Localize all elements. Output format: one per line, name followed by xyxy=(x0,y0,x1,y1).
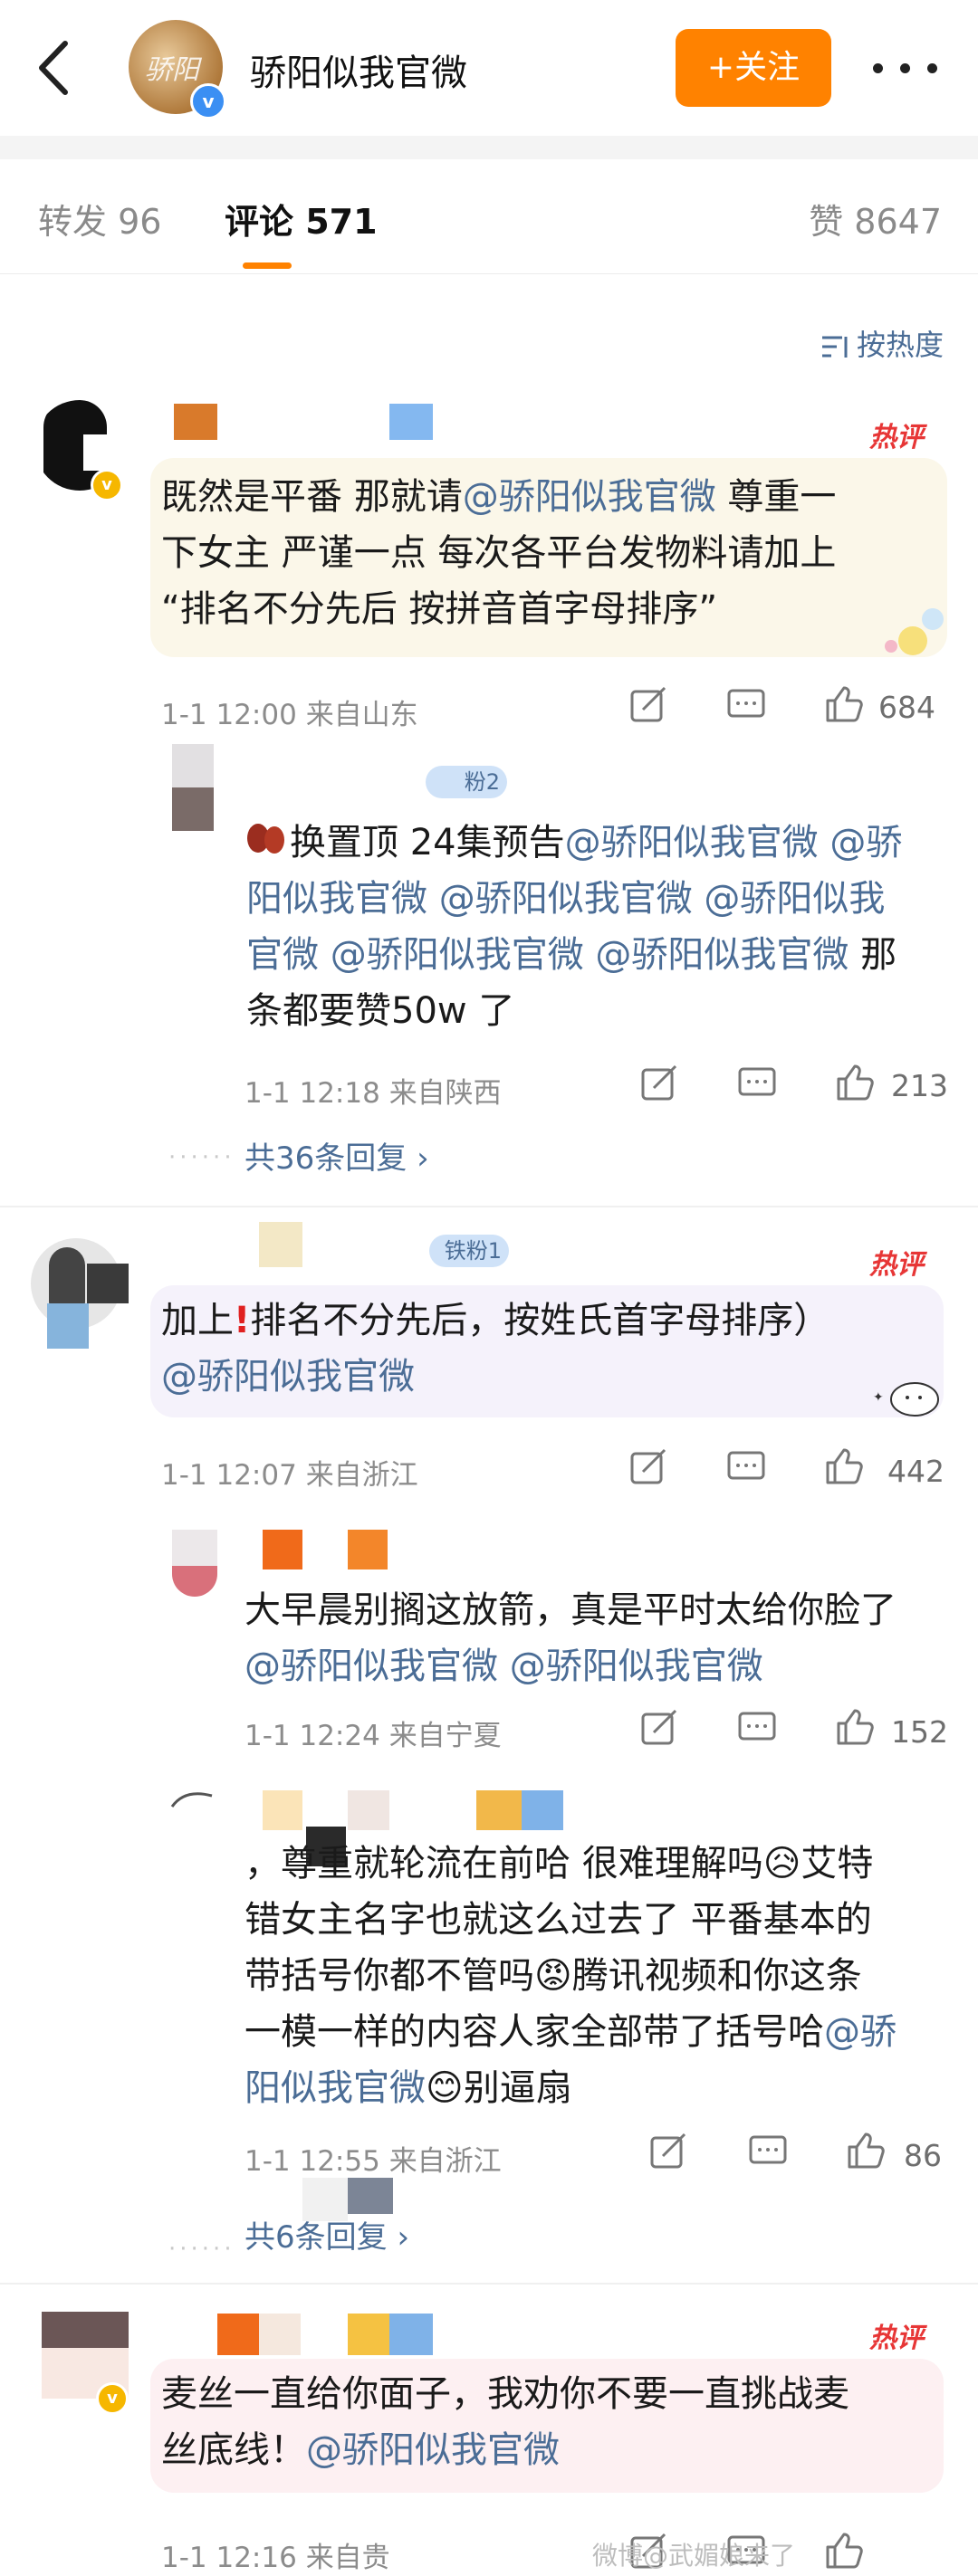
reply-text: 换置顶 24集预告@骄阳似我官微 @骄 xyxy=(290,822,903,863)
mention-link[interactable]: @骄阳似我官微 @骄阳似我官微 xyxy=(244,1638,763,1694)
like-icon[interactable] xyxy=(835,1063,875,1102)
cat-sticker-icon: ✦ xyxy=(873,1382,939,1417)
avatar-redaction xyxy=(47,1303,89,1349)
username-redacted xyxy=(389,2314,433,2355)
comment-icon[interactable] xyxy=(726,686,766,726)
more-options-icon[interactable] xyxy=(869,47,942,89)
like-icon[interactable] xyxy=(824,2531,864,2571)
avatar-redaction xyxy=(87,1264,129,1303)
active-tab-indicator xyxy=(243,262,292,269)
reply-avatar[interactable] xyxy=(172,744,214,831)
comment-text: 麦丝一直给你面子，我劝你不要一直挑战麦 丝底线！@骄阳似我官微 xyxy=(161,2373,849,2471)
like-icon[interactable] xyxy=(824,1446,864,1486)
tab-comments[interactable]: 评论 571 xyxy=(225,194,378,243)
username-redacted[interactable] xyxy=(263,1790,302,1830)
fan-badge: 铁粉1 xyxy=(429,1235,509,1267)
like-count: 684 xyxy=(878,690,935,725)
username-redacted xyxy=(348,2314,389,2355)
fan-badge: 粉2 xyxy=(426,766,507,798)
comment-text: 既然是平番 那就请@骄阳似我官微 尊重一 下女主 严谨一点 每次各平台发物料请加… xyxy=(161,476,837,630)
like-count: 86 xyxy=(904,2138,942,2173)
username-redacted[interactable] xyxy=(174,404,217,440)
tab-repost[interactable]: 转发 96 xyxy=(38,194,161,243)
emoji-icon: 😥 xyxy=(762,1843,801,1884)
reply-text: ，尊重就轮流在前哈 很难理解吗😥艾特 错女主名字也就这么过去了 平番基本的 带括… xyxy=(244,1843,896,2109)
share-icon[interactable] xyxy=(639,1709,679,1749)
svg-text:✦: ✦ xyxy=(873,1390,884,1405)
like-icon[interactable] xyxy=(824,684,864,724)
sort-by-hot-button[interactable]: 按热度 xyxy=(820,322,944,364)
cute-sticker-icon xyxy=(885,608,944,655)
hot-comment-badge: 热评 xyxy=(869,422,924,453)
reply-avatar[interactable] xyxy=(172,1530,217,1597)
like-icon[interactable] xyxy=(846,2131,886,2171)
like-count: 213 xyxy=(891,1068,948,1103)
mention-link[interactable]: @骄阳似我官微 xyxy=(306,2429,560,2471)
mention-link[interactable]: 阳似我官微 xyxy=(244,2067,426,2109)
username-redacted xyxy=(348,1530,388,1569)
verified-badge-icon: v xyxy=(91,469,123,501)
comment-meta: 1-1 12:00 来自山东 xyxy=(161,699,418,731)
reply-text: 官微 @骄阳似我官微 @骄阳似我官微 那 xyxy=(246,934,897,976)
emoji-icon: 😡 xyxy=(534,1955,572,1997)
back-arrow-icon[interactable] xyxy=(27,36,82,100)
mention-link[interactable]: @骄阳似我官微 xyxy=(565,822,819,863)
verified-badge-icon: v xyxy=(96,2382,129,2415)
username-redacted xyxy=(348,1790,389,1830)
reply-text[interactable]: 阳似我官微 @骄阳似我官微 @骄阳似我 xyxy=(246,871,885,927)
share-icon[interactable] xyxy=(628,686,668,726)
username-redacted xyxy=(302,2178,348,2221)
share-icon[interactable] xyxy=(639,1064,679,1104)
thread-dots: ······ xyxy=(168,2236,235,2263)
watermark: 微博@武媚娘来了 xyxy=(592,2541,796,2571)
sort-icon xyxy=(821,336,848,358)
share-icon[interactable] xyxy=(628,1448,668,1488)
mention-link[interactable]: @骄阳似我官微 xyxy=(161,1356,415,1398)
username-redacted[interactable] xyxy=(259,1222,302,1267)
username-redacted xyxy=(348,2178,393,2214)
username-redacted[interactable] xyxy=(263,1530,302,1569)
like-icon[interactable] xyxy=(835,1707,875,1747)
reply-text: 大早晨别搁这放箭，真是平时太给你脸了 xyxy=(244,1589,896,1631)
comment-icon[interactable] xyxy=(748,2132,788,2172)
username-redacted xyxy=(389,404,433,440)
reply-text: 条都要赞50w 了 xyxy=(246,990,515,1032)
reply-meta: 1-1 12:18 来自陕西 xyxy=(244,1077,502,1110)
follow-button[interactable]: +关注 xyxy=(676,29,831,107)
reply-meta: 1-1 12:55 来自浙江 xyxy=(244,2145,502,2178)
username-redacted[interactable] xyxy=(217,2314,259,2355)
mention-link[interactable]: @骄阳似我官微 xyxy=(463,476,716,518)
header-divider xyxy=(0,136,978,159)
account-name[interactable]: 骄阳似我官微 xyxy=(250,43,467,96)
comment-icon[interactable] xyxy=(737,1064,777,1104)
tab-likes[interactable]: 赞 8647 xyxy=(809,194,942,243)
hot-comment-badge: 热评 xyxy=(869,2323,924,2354)
username-redacted xyxy=(259,2314,301,2355)
reply-avatar[interactable] xyxy=(167,1779,221,1834)
mention-link[interactable]: 官微 @骄阳似我官微 @骄阳似我官微 xyxy=(246,934,849,976)
sort-label: 按热度 xyxy=(856,328,944,362)
comment-icon[interactable] xyxy=(737,1709,777,1749)
comment-text: 加上!排名不分先后，按姓氏首字母排序） @骄阳似我官微 xyxy=(161,1300,830,1398)
reply-meta: 1-1 12:24 来自宁夏 xyxy=(244,1720,502,1752)
comment-divider xyxy=(0,2283,978,2285)
comment-divider xyxy=(0,1206,978,1207)
hot-comment-badge: 热评 xyxy=(869,1249,924,1281)
like-count: 442 xyxy=(887,1454,944,1489)
view-replies-link[interactable]: 共36条回复 › xyxy=(244,1133,429,1178)
thread-dots: ······ xyxy=(168,1144,235,1171)
comment-meta: 1-1 12:16 来自贵 xyxy=(161,2542,390,2574)
emoji-icon: 😊 xyxy=(426,2067,464,2109)
verified-badge-icon: v xyxy=(190,83,226,119)
like-count: 152 xyxy=(891,1714,948,1750)
share-icon[interactable] xyxy=(648,2132,688,2172)
comment-meta: 1-1 12:07 来自浙江 xyxy=(161,1459,418,1492)
mention-link[interactable]: @骄 xyxy=(824,2011,896,2053)
sticker-icon xyxy=(247,824,284,854)
username-redacted xyxy=(476,1790,522,1830)
username-redacted xyxy=(522,1790,563,1830)
mention-link[interactable]: @骄 xyxy=(819,822,902,863)
comment-icon[interactable] xyxy=(726,1448,766,1488)
